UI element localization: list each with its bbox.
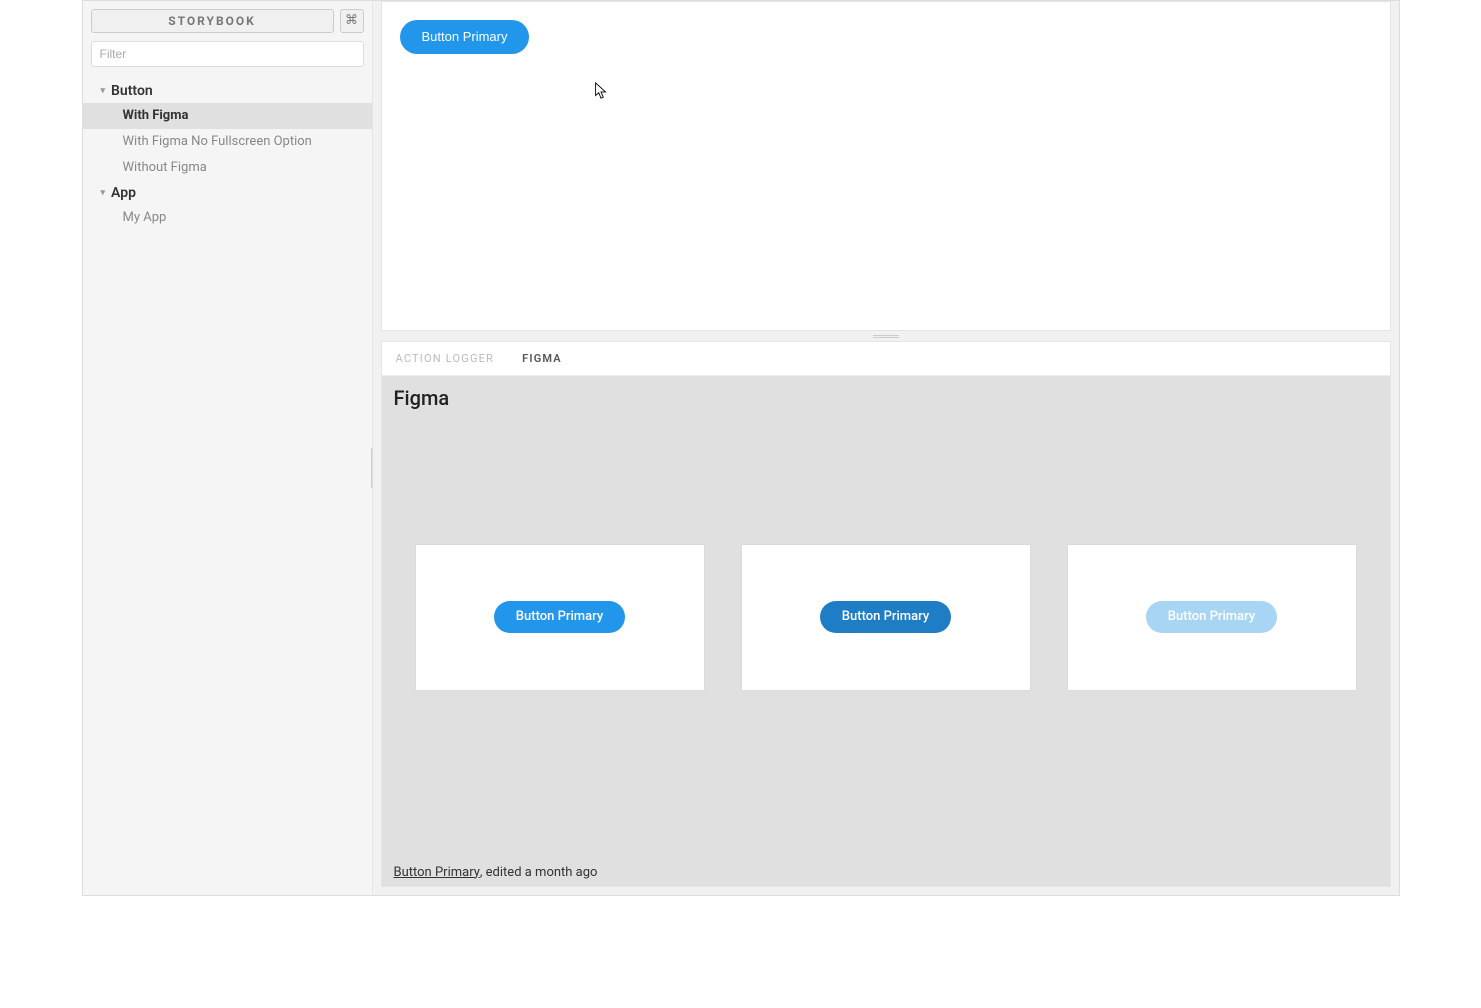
variant-button-disabled: Button Primary — [1146, 601, 1277, 633]
addon-tabs: ACTION LOGGER FIGMA — [382, 342, 1390, 376]
tree-group-label: App — [111, 185, 136, 201]
main: Button Primary ACTION LOGGER FIGMA Figma… — [373, 1, 1399, 895]
figma-body: Figma Button Primary Button Primary Butt… — [382, 376, 1390, 886]
figma-footer-link[interactable]: Button Primary — [394, 865, 480, 880]
filter-wrap — [83, 33, 372, 75]
tree-item-my-app[interactable]: My App — [83, 205, 372, 231]
preview-panel: Button Primary — [381, 1, 1391, 331]
story-tree: ▾ Button With Figma With Figma No Fullsc… — [83, 75, 372, 235]
tree-group-app[interactable]: ▾ App — [83, 181, 372, 205]
figma-footer: Button Primary , edited a month ago — [382, 858, 1390, 886]
grip-icon — [873, 335, 899, 338]
tree-group-label: Button — [111, 83, 153, 99]
tree-group-button[interactable]: ▾ Button — [83, 79, 372, 103]
tree-item-with-figma-no-fullscreen[interactable]: With Figma No Fullscreen Option — [83, 129, 372, 155]
tab-action-logger[interactable]: ACTION LOGGER — [382, 342, 509, 375]
tree-item-without-figma[interactable]: Without Figma — [83, 155, 372, 181]
variant-card-default[interactable]: Button Primary — [416, 545, 704, 690]
addon-panel: ACTION LOGGER FIGMA Figma Button Primary… — [381, 341, 1391, 887]
tree-item-with-figma[interactable]: With Figma — [83, 103, 372, 129]
cursor-icon — [594, 82, 608, 100]
figma-canvas[interactable]: Button Primary Button Primary Button Pri… — [382, 376, 1390, 858]
figma-footer-suffix: , edited a month ago — [480, 865, 598, 880]
horizontal-resize-handle[interactable] — [381, 331, 1391, 341]
sidebar: STORYBOOK ⌘ ▾ Button With Figma With Fig… — [83, 1, 373, 895]
sidebar-header: STORYBOOK ⌘ — [83, 1, 372, 33]
brand-button[interactable]: STORYBOOK — [91, 9, 334, 33]
chevron-down-icon: ▾ — [101, 188, 106, 198]
variant-card-disabled[interactable]: Button Primary — [1068, 545, 1356, 690]
variant-button-hover: Button Primary — [820, 601, 951, 633]
chevron-down-icon: ▾ — [101, 86, 106, 96]
variant-button-default: Button Primary — [494, 601, 625, 633]
preview-inner: Button Primary — [382, 2, 1390, 72]
preview-primary-button[interactable]: Button Primary — [400, 20, 530, 54]
variant-card-hover[interactable]: Button Primary — [742, 545, 1030, 690]
filter-input[interactable] — [91, 41, 364, 67]
shortcuts-button[interactable]: ⌘ — [340, 9, 364, 33]
tab-figma[interactable]: FIGMA — [508, 342, 576, 375]
